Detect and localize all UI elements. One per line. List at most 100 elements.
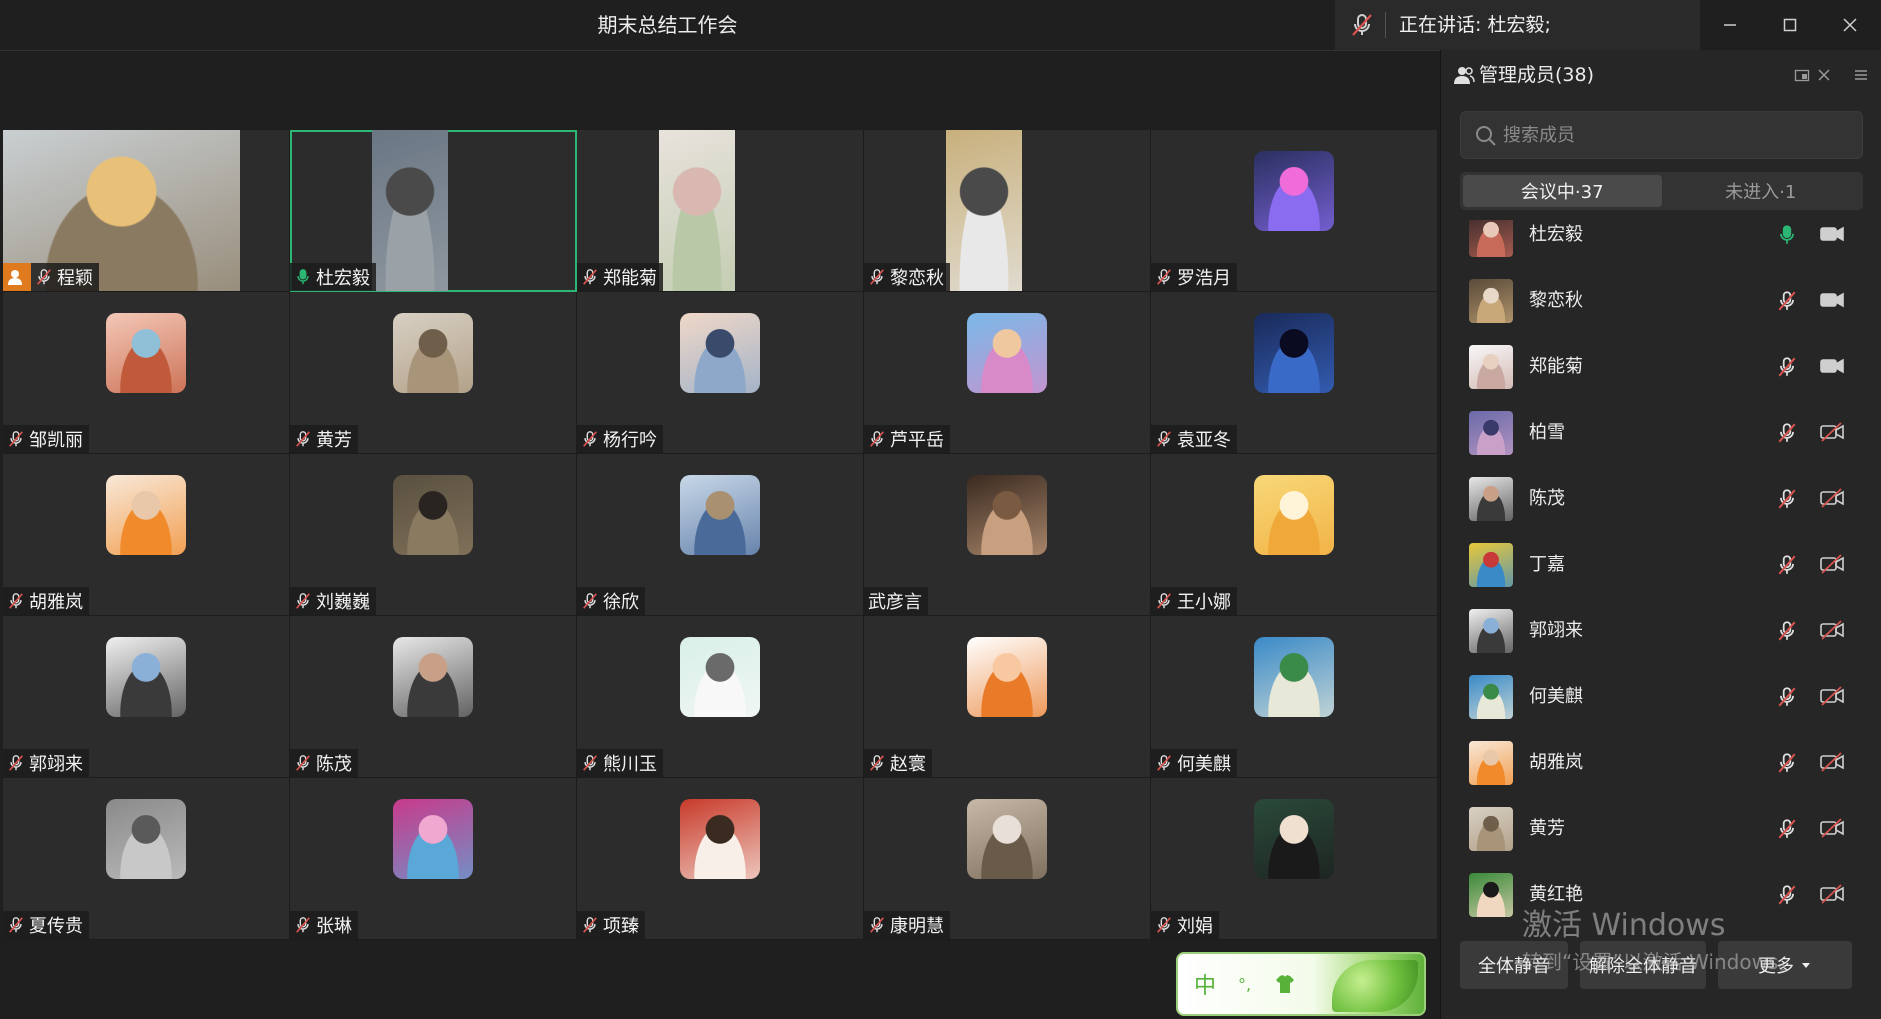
close-icon (1843, 18, 1857, 32)
camera-off-icon[interactable] (1819, 818, 1845, 838)
mic-off-icon[interactable] (1776, 554, 1798, 576)
member-row[interactable]: 黄芳 (1441, 798, 1881, 864)
search-input[interactable] (1503, 112, 1853, 158)
video-tile[interactable]: 赵寰 (864, 616, 1151, 778)
search-icon (1476, 126, 1496, 146)
video-tile[interactable]: 郭翊来 (3, 616, 290, 778)
member-row[interactable]: 郑能菊 (1441, 336, 1881, 402)
member-row[interactable]: 柏雪 (1441, 402, 1881, 468)
video-tile[interactable]: 程颖 (3, 130, 290, 292)
more-button[interactable]: 更多 (1718, 941, 1852, 989)
video-tile[interactable]: 杜宏毅 (290, 130, 577, 292)
camera-off-icon[interactable] (1819, 422, 1845, 442)
mic-off-icon[interactable] (1776, 620, 1798, 642)
mute-all-button[interactable]: 全体静音 (1460, 941, 1568, 989)
video-tile[interactable]: 邹凯丽 (3, 292, 290, 454)
close-panel-button[interactable] (1813, 64, 1835, 86)
camera-off-icon[interactable] (1819, 752, 1845, 772)
camera-on-icon[interactable] (1819, 356, 1845, 376)
mic-off-icon (296, 917, 310, 933)
unmute-all-button[interactable]: 解除全体静音 (1580, 941, 1706, 989)
video-tile[interactable]: 刘巍巍 (290, 454, 577, 616)
camera-off-icon[interactable] (1819, 554, 1845, 574)
video-tile[interactable]: 郑能菊 (577, 130, 864, 292)
mic-on-icon[interactable] (1776, 224, 1798, 246)
participant-name-tag: 项臻 (577, 911, 645, 939)
mic-off-icon[interactable] (1776, 488, 1798, 510)
video-tile[interactable]: 熊川玉 (577, 616, 864, 778)
mic-off-icon[interactable] (1776, 686, 1798, 708)
title-bar: 期末总结工作会 正在讲话: 杜宏毅; (0, 0, 1881, 51)
member-name: 郭翊来 (1529, 620, 1583, 641)
member-panel: 管理成员(38) 会议中·37 未进入·1 杜宏毅黎恋秋郑能菊柏雪陈茂丁嘉郭翊来… (1440, 50, 1881, 1019)
member-row[interactable]: 黎恋秋 (1441, 270, 1881, 336)
mic-off-icon[interactable] (1776, 752, 1798, 774)
member-row[interactable]: 丁嘉 (1441, 534, 1881, 600)
tab-not-joined[interactable]: 未进入·1 (1662, 175, 1861, 207)
shirt-icon[interactable] (1273, 972, 1297, 996)
video-tile[interactable]: 黎恋秋 (864, 130, 1151, 292)
camera-off-icon[interactable] (1819, 620, 1845, 640)
minimize-button[interactable] (1700, 0, 1760, 50)
participant-avatar (680, 313, 760, 393)
title-divider (0, 50, 1440, 51)
close-window-button[interactable] (1820, 0, 1880, 50)
video-tile[interactable]: 徐欣 (577, 454, 864, 616)
camera-on-icon[interactable] (1819, 290, 1845, 310)
participant-name-tag: 黄芳 (290, 425, 358, 453)
video-tile[interactable]: 杨行吟 (577, 292, 864, 454)
mic-off-icon[interactable] (1776, 422, 1798, 444)
member-avatar (1469, 411, 1513, 455)
member-row[interactable]: 何美麒 (1441, 666, 1881, 732)
video-tile[interactable]: 袁亚冬 (1151, 292, 1438, 454)
video-tile[interactable]: 何美麒 (1151, 616, 1438, 778)
popout-button[interactable] (1791, 64, 1813, 86)
camera-on-icon[interactable] (1819, 224, 1845, 244)
minimize-icon (1724, 24, 1736, 26)
tab-in-meeting[interactable]: 会议中·37 (1463, 175, 1662, 207)
camera-off-icon[interactable] (1819, 686, 1845, 706)
video-tile[interactable]: 胡雅岚 (3, 454, 290, 616)
member-row[interactable]: 杜宏毅 (1441, 220, 1881, 270)
member-row[interactable]: 黄红艳 (1441, 864, 1881, 930)
mic-off-icon[interactable] (1349, 12, 1375, 38)
video-tile[interactable]: 武彦言 (864, 454, 1151, 616)
video-tile[interactable]: 罗浩月 (1151, 130, 1438, 292)
video-feed (659, 130, 735, 291)
member-row[interactable]: 胡雅岚 (1441, 732, 1881, 798)
mic-off-icon[interactable] (1776, 356, 1798, 378)
participant-name: 张琳 (316, 916, 352, 937)
video-tile[interactable]: 刘娟 (1151, 778, 1438, 940)
mic-on-icon (297, 269, 309, 285)
mic-off-icon[interactable] (1776, 290, 1798, 312)
maximize-button[interactable] (1760, 0, 1820, 50)
participant-name: 程颖 (57, 268, 93, 289)
mic-off-icon (870, 269, 884, 285)
member-panel-title: 管理成员(38) (1479, 64, 1595, 86)
camera-off-icon[interactable] (1819, 488, 1845, 508)
participant-avatar (967, 799, 1047, 879)
video-tile[interactable]: 王小娜 (1151, 454, 1438, 616)
ime-punct-label[interactable]: °, (1238, 975, 1251, 994)
video-tile[interactable]: 张琳 (290, 778, 577, 940)
video-tile[interactable]: 项臻 (577, 778, 864, 940)
speaking-indicator: 正在讲话: 杜宏毅; (1335, 0, 1700, 50)
member-avatar (1469, 477, 1513, 521)
ime-mode-label[interactable]: 中 (1194, 968, 1216, 1000)
mic-off-icon[interactable] (1776, 818, 1798, 840)
member-row[interactable]: 陈茂 (1441, 468, 1881, 534)
ime-toolbar[interactable]: 中 °, (1176, 952, 1426, 1016)
menu-button[interactable] (1850, 64, 1872, 86)
camera-off-icon[interactable] (1819, 884, 1845, 904)
participant-name-tag: 陈茂 (290, 749, 358, 777)
member-row[interactable]: 郭翊来 (1441, 600, 1881, 666)
video-tile[interactable]: 黄芳 (290, 292, 577, 454)
participant-name: 刘娟 (1177, 916, 1213, 937)
video-tile[interactable]: 夏传贵 (3, 778, 290, 940)
member-name: 丁嘉 (1529, 554, 1565, 575)
video-tile[interactable]: 康明慧 (864, 778, 1151, 940)
mic-off-icon[interactable] (1776, 884, 1798, 906)
video-tile[interactable]: 陈茂 (290, 616, 577, 778)
video-tile[interactable]: 芦平岳 (864, 292, 1151, 454)
participant-name: 袁亚冬 (1177, 430, 1231, 451)
